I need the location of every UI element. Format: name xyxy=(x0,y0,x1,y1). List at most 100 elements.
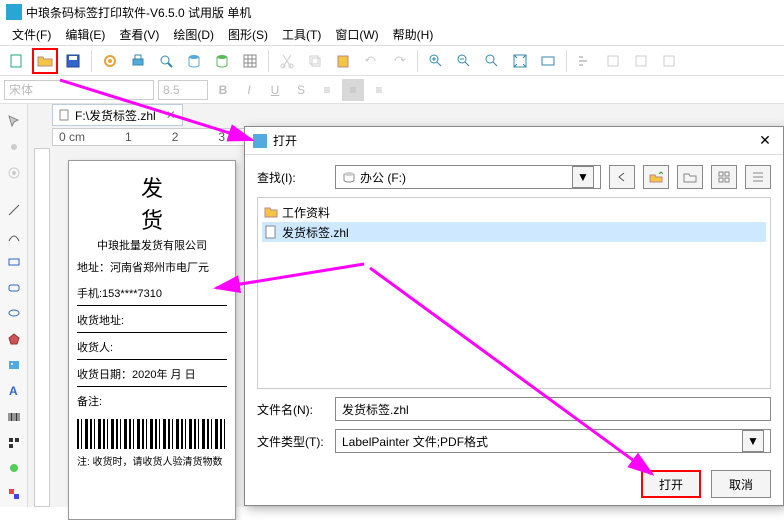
document-tab-label: F:\发货标签.zhl xyxy=(75,107,156,124)
menu-window[interactable]: 窗口(W) xyxy=(329,24,384,45)
menu-edit[interactable]: 编辑(E) xyxy=(59,24,111,45)
ellipse-tool[interactable] xyxy=(2,302,26,326)
bold-button[interactable]: B xyxy=(212,79,234,101)
align-icon-2[interactable] xyxy=(600,48,626,74)
ruler-vertical xyxy=(34,148,50,507)
rect-tool[interactable] xyxy=(2,250,26,274)
label-remark: 备注: xyxy=(77,393,227,413)
align-right-button[interactable]: ≡ xyxy=(368,79,390,101)
fill-tool[interactable] xyxy=(2,456,26,480)
align-center-button[interactable]: ≡ xyxy=(342,79,364,101)
filetype-label: 文件类型(T): xyxy=(257,433,327,450)
menu-view[interactable]: 查看(V) xyxy=(113,24,165,45)
format-bar: 宋体 8.5 B I U S ≡ ≡ ≡ xyxy=(0,76,784,104)
italic-button[interactable]: I xyxy=(238,79,260,101)
zoom-area-icon[interactable] xyxy=(535,48,561,74)
new-button[interactable] xyxy=(4,48,30,74)
preview-icon[interactable] xyxy=(153,48,179,74)
underline-button[interactable]: U xyxy=(264,79,286,101)
roundrect-tool[interactable] xyxy=(2,276,26,300)
image-tool[interactable] xyxy=(2,353,26,377)
size-combo[interactable]: 8.5 xyxy=(158,80,208,100)
strike-button[interactable]: S xyxy=(290,79,312,101)
dialog-title: 打开 xyxy=(273,132,297,149)
view-list-button[interactable] xyxy=(711,165,737,189)
print-icon[interactable] xyxy=(125,48,151,74)
open-button[interactable] xyxy=(32,48,58,74)
gear-icon[interactable] xyxy=(97,48,123,74)
copy-icon[interactable] xyxy=(302,48,328,74)
zoom-fit-icon[interactable] xyxy=(507,48,533,74)
polygon-tool[interactable] xyxy=(2,327,26,351)
label-preview: 发 货 中琅批量发货有限公司 地址：河南省郑州市电厂元 手机:153****73… xyxy=(68,160,236,520)
pointer-tool[interactable] xyxy=(2,109,26,133)
dropdown-arrow-icon[interactable]: ▼ xyxy=(572,166,594,188)
hand-tool[interactable] xyxy=(2,135,26,159)
font-combo[interactable]: 宋体 xyxy=(4,80,154,100)
zoom-out-icon[interactable] xyxy=(451,48,477,74)
color-tool[interactable] xyxy=(2,482,26,506)
app-title: 中琅条码标签打印软件-V6.5.0 试用版 单机 xyxy=(26,4,251,21)
side-toolbar: A xyxy=(0,104,28,507)
back-button[interactable] xyxy=(609,165,635,189)
menu-help[interactable]: 帮助(H) xyxy=(387,24,440,45)
cancel-button[interactable]: 取消 xyxy=(711,470,771,498)
new-folder-button[interactable] xyxy=(677,165,703,189)
database-refresh-icon[interactable] xyxy=(209,48,235,74)
open-confirm-button[interactable]: 打开 xyxy=(641,470,701,498)
menu-file[interactable]: 文件(F) xyxy=(6,24,57,45)
folder-item[interactable]: 工作资料 xyxy=(262,202,766,222)
dialog-close-icon[interactable]: ✕ xyxy=(755,132,775,149)
redo-icon[interactable] xyxy=(386,48,412,74)
label-date: 收货日期：2020年 月 日 xyxy=(77,366,227,387)
cut-icon[interactable] xyxy=(274,48,300,74)
filename-input[interactable] xyxy=(335,397,771,421)
label-ship-address: 收货地址: xyxy=(77,312,227,333)
label-company: 中琅批量发货有限公司 xyxy=(77,237,227,253)
menu-bar: 文件(F) 编辑(E) 查看(V) 绘图(D) 图形(S) 工具(T) 窗口(W… xyxy=(0,24,784,46)
app-icon xyxy=(6,4,22,20)
curve-tool[interactable] xyxy=(2,224,26,248)
zoom-in-icon[interactable] xyxy=(423,48,449,74)
align-icon-1[interactable] xyxy=(572,48,598,74)
align-icon-4[interactable] xyxy=(656,48,682,74)
lookin-value: 办公 (F:) xyxy=(360,169,406,186)
menu-tool[interactable]: 工具(T) xyxy=(276,24,327,45)
target-tool[interactable] xyxy=(2,161,26,185)
main-toolbar xyxy=(0,46,784,76)
grid-icon[interactable] xyxy=(237,48,263,74)
filetype-combo[interactable]: LabelPainter 文件;PDF格式 ▼ xyxy=(335,429,771,453)
filename-label: 文件名(N): xyxy=(257,401,327,418)
paste-icon[interactable] xyxy=(330,48,356,74)
undo-icon[interactable] xyxy=(358,48,384,74)
doc-icon xyxy=(59,109,71,121)
save-button[interactable] xyxy=(60,48,86,74)
dialog-icon xyxy=(253,134,267,148)
lookin-combo[interactable]: 办公 (F:) ▼ xyxy=(335,165,601,189)
zoom-100-icon[interactable] xyxy=(479,48,505,74)
qrcode-tool[interactable] xyxy=(2,431,26,455)
up-button[interactable] xyxy=(643,165,669,189)
text-tool[interactable]: A xyxy=(2,379,26,403)
line-tool[interactable] xyxy=(2,198,26,222)
file-item-label: 发货标签.zhl xyxy=(282,224,349,241)
filetype-arrow-icon[interactable]: ▼ xyxy=(742,430,764,452)
menu-draw[interactable]: 绘图(D) xyxy=(167,24,220,45)
close-tab-icon[interactable]: ✕ xyxy=(166,108,176,122)
svg-text:A: A xyxy=(9,384,18,398)
file-item-selected[interactable]: 发货标签.zhl xyxy=(262,222,766,242)
database-icon[interactable] xyxy=(181,48,207,74)
menu-graphic[interactable]: 图形(S) xyxy=(222,24,274,45)
lookin-label: 查找(I): xyxy=(257,169,327,186)
align-icon-3[interactable] xyxy=(628,48,654,74)
file-list[interactable]: 工作资料 发货标签.zhl xyxy=(257,197,771,389)
dialog-titlebar: 打开 ✕ xyxy=(245,127,783,155)
view-detail-button[interactable] xyxy=(745,165,771,189)
drive-icon xyxy=(342,170,356,184)
align-left-button[interactable]: ≡ xyxy=(316,79,338,101)
folder-icon xyxy=(264,205,278,219)
label-address: 地址：河南省郑州市电厂元 xyxy=(77,259,227,279)
barcode-tool[interactable] xyxy=(2,405,26,429)
document-tab[interactable]: F:\发货标签.zhl ✕ xyxy=(52,104,183,126)
label-phone: 手机:153****7310 xyxy=(77,285,227,306)
